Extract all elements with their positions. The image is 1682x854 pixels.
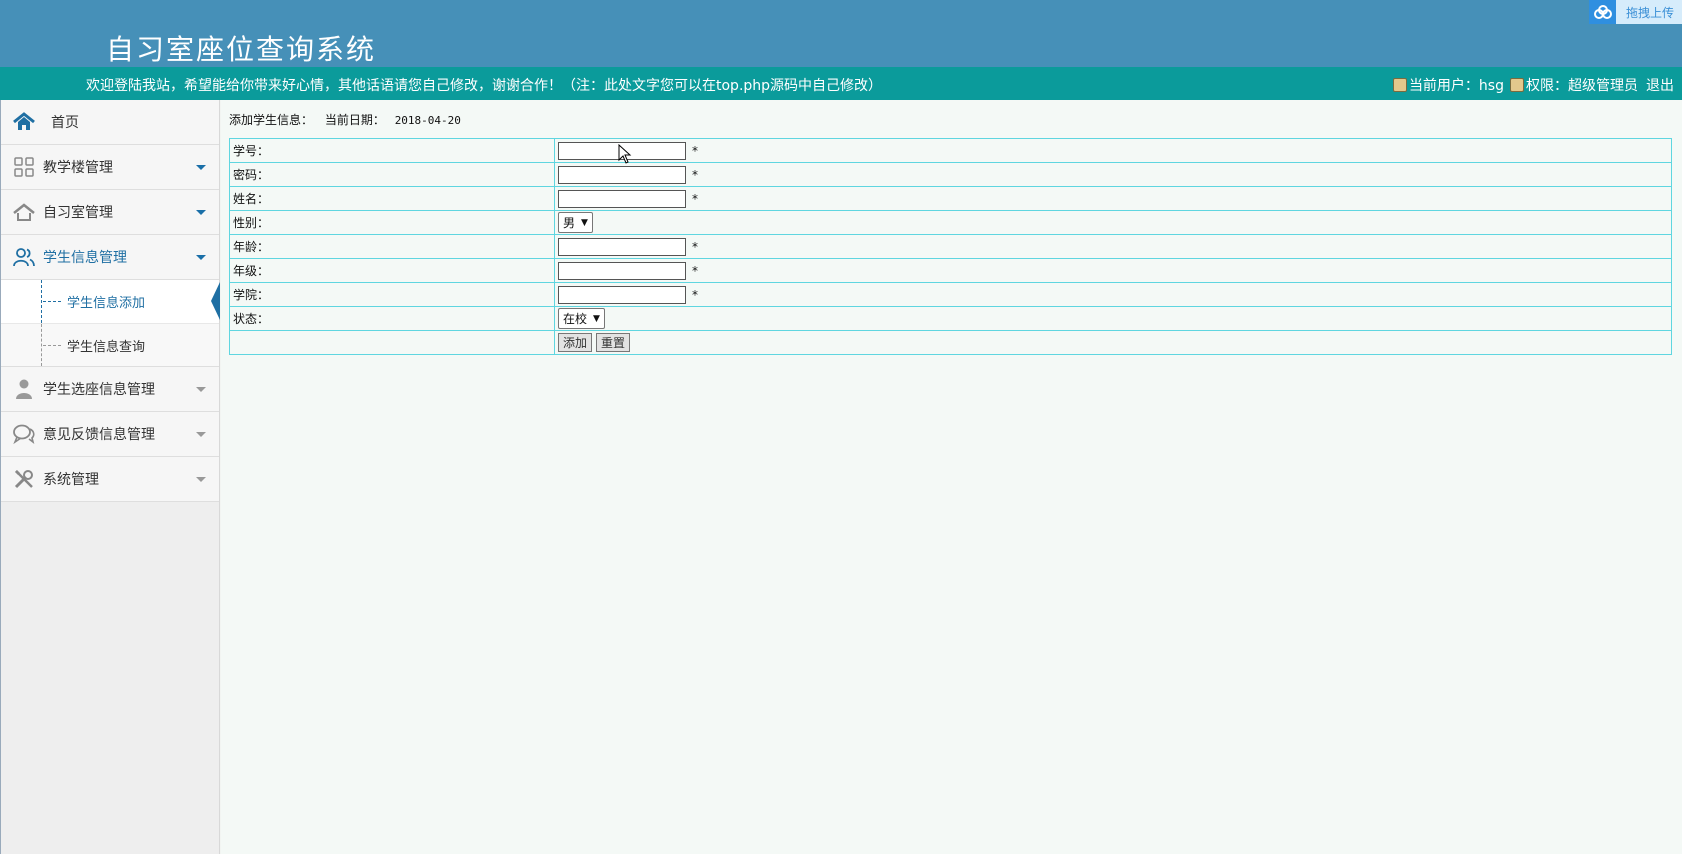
grade-input[interactable]	[558, 261, 686, 280]
sidebar-item-label: 教学楼管理	[43, 160, 113, 176]
home-outline-icon	[11, 201, 37, 223]
sidebar-item-building[interactable]: 教学楼管理	[1, 145, 219, 190]
sidebar-item-study-room[interactable]: 自习室管理	[1, 190, 219, 235]
field-label: 状态：	[229, 306, 555, 331]
required-mark: *	[692, 287, 698, 302]
field-label: 密码：	[229, 162, 555, 187]
form-row-status: 状态： 在校 ▼	[229, 306, 1672, 331]
gender-selected-value: 男	[563, 216, 576, 230]
sidebar-subitem-label: 学生信息查询	[67, 339, 146, 355]
form-row-name: 姓名： *	[229, 186, 1672, 211]
sidebar-subitem-student-query[interactable]: 学生信息查询	[1, 323, 219, 366]
form-row-gender: 性别： 男 ▼	[229, 210, 1672, 235]
field-label: 年级：	[229, 258, 555, 283]
add-button[interactable]: 添加	[558, 333, 593, 352]
sidebar-subitem-student-add[interactable]: 学生信息添加	[1, 280, 220, 323]
required-mark: *	[692, 263, 698, 278]
chevron-down-icon	[196, 432, 206, 437]
grid-icon	[11, 156, 37, 178]
field-label: 性别：	[229, 210, 555, 235]
sidebar-item-feedback[interactable]: 意见反馈信息管理	[1, 412, 219, 457]
page-title: 添加学生信息：	[229, 113, 314, 127]
users-icon	[11, 246, 37, 268]
home-icon	[11, 111, 37, 133]
form-row-age: 年龄： *	[229, 234, 1672, 259]
mouse-cursor-icon	[618, 144, 632, 164]
sidebar-subitem-label: 学生信息添加	[67, 296, 146, 311]
form-row-password: 密码： *	[229, 162, 1672, 187]
dropdown-arrow-icon: ▼	[593, 313, 600, 324]
chevron-down-icon	[196, 210, 206, 215]
chevron-down-icon	[196, 477, 206, 482]
sidebar-item-label: 自习室管理	[43, 205, 113, 221]
chevron-down-icon	[196, 387, 206, 392]
user-role: 权限：超级管理员	[1526, 78, 1638, 94]
date-label: 当前日期：	[324, 113, 385, 127]
drag-upload-label: 拖拽上传	[1616, 0, 1682, 24]
sidebar-item-label: 首页	[51, 115, 79, 131]
drag-upload-widget[interactable]: 拖拽上传	[1589, 0, 1682, 24]
sidebar-item-label: 意见反馈信息管理	[43, 427, 155, 443]
sidebar-item-label: 系统管理	[43, 472, 99, 488]
main-content: 添加学生信息： 当前日期： 2018-04-20 学号： * 密码： * 姓名：…	[221, 100, 1682, 854]
required-mark: *	[692, 239, 698, 254]
form-row-student-id: 学号： *	[229, 138, 1672, 163]
chevron-down-icon	[196, 255, 206, 260]
sidebar-item-home[interactable]: 首页	[1, 100, 219, 145]
sidebar-item-label: 学生信息管理	[43, 250, 127, 266]
reset-button[interactable]: 重置	[596, 333, 631, 352]
site-title: 自习室座位查询系统	[106, 33, 377, 66]
current-date: 2018-04-20	[394, 114, 461, 127]
user-info: 当前用户：hsg 权限：超级管理员 退出	[1392, 75, 1674, 95]
required-mark: *	[692, 191, 698, 206]
field-label: 年龄：	[229, 234, 555, 259]
field-label: 学院：	[229, 282, 555, 307]
person-icon	[11, 378, 37, 400]
status-select[interactable]: 在校 ▼	[558, 308, 605, 329]
sidebar-item-seat-selection[interactable]: 学生选座信息管理	[1, 367, 219, 412]
field-label: 姓名：	[229, 186, 555, 211]
dropdown-arrow-icon: ▼	[581, 217, 588, 228]
sidebar-item-label: 学生选座信息管理	[43, 382, 155, 398]
required-mark: *	[692, 167, 698, 182]
chevron-down-icon	[196, 165, 206, 170]
password-input[interactable]	[558, 165, 686, 184]
permission-icon	[1510, 78, 1524, 92]
student-add-form: 学号： * 密码： * 姓名： * 性别： 男 ▼ 年龄： * 年级： * 学院：…	[229, 138, 1672, 355]
name-input[interactable]	[558, 189, 686, 208]
header-bar: 自习室座位查询系统 拖拽上传	[0, 0, 1682, 67]
sidebar-item-student-info[interactable]: 学生信息管理	[1, 235, 219, 280]
required-mark: *	[692, 143, 698, 158]
gender-select[interactable]: 男 ▼	[558, 212, 593, 233]
sidebar-item-system[interactable]: 系统管理	[1, 457, 219, 502]
current-user: 当前用户：hsg	[1408, 78, 1504, 94]
student-info-submenu: 学生信息添加 学生信息查询	[1, 280, 220, 367]
form-row-grade: 年级： *	[229, 258, 1672, 283]
welcome-message: 欢迎登陆我站，希望能给你带来好心情，其他话语请您自己修改，谢谢合作！（注：此处文…	[86, 78, 883, 94]
user-icon	[1392, 78, 1407, 92]
sidebar: 首页 教学楼管理 自习室管理 学生信息管理 学生信息添加 学生信息查询 学生选座…	[0, 100, 220, 854]
form-row-college: 学院： *	[229, 282, 1672, 307]
page-heading: 添加学生信息： 当前日期： 2018-04-20	[229, 111, 461, 128]
active-indicator	[211, 282, 220, 320]
form-row-actions: 添加 重置	[229, 330, 1672, 355]
welcome-bar: 欢迎登陆我站，希望能给你带来好心情，其他话语请您自己修改，谢谢合作！（注：此处文…	[0, 67, 1682, 100]
tools-icon	[11, 468, 37, 490]
age-input[interactable]	[558, 237, 686, 256]
cloud-icon	[1589, 0, 1616, 24]
chat-bubbles-icon	[11, 423, 37, 445]
status-selected-value: 在校	[563, 312, 588, 326]
field-label: 学号：	[229, 138, 555, 163]
college-input[interactable]	[558, 285, 686, 304]
logout-link[interactable]: 退出	[1646, 75, 1674, 95]
